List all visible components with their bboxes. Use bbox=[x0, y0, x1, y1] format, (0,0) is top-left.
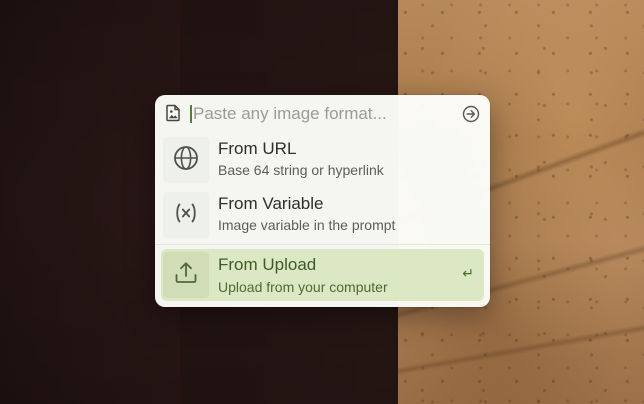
option-from-variable[interactable]: From Variable Image variable in the prom… bbox=[161, 191, 484, 241]
search-row bbox=[155, 95, 490, 133]
divider bbox=[155, 244, 490, 245]
option-title: From Upload bbox=[218, 255, 317, 274]
option-icon-box bbox=[163, 252, 209, 298]
option-title: From URL bbox=[218, 139, 297, 158]
option-icon-box bbox=[163, 192, 209, 238]
option-subtitle: Base 64 string or hyperlink bbox=[218, 162, 384, 178]
option-icon-box bbox=[163, 137, 209, 183]
image-file-icon bbox=[164, 104, 182, 122]
option-subtitle: Image variable in the prompt bbox=[218, 217, 396, 233]
text-caret bbox=[190, 105, 192, 123]
globe-icon bbox=[173, 145, 199, 176]
upload-icon bbox=[173, 260, 199, 291]
option-from-upload[interactable]: From Upload Upload from your computer ↵ bbox=[161, 249, 484, 301]
enter-key-icon: ↵ bbox=[462, 266, 474, 282]
option-title: From Variable bbox=[218, 194, 324, 213]
option-subtitle: Upload from your computer bbox=[218, 279, 388, 295]
option-from-url[interactable]: From URL Base 64 string or hyperlink bbox=[161, 136, 484, 186]
variable-x-icon bbox=[173, 200, 199, 231]
image-source-input[interactable] bbox=[193, 103, 453, 125]
image-source-popup: From URL Base 64 string or hyperlink Fro… bbox=[155, 95, 490, 307]
arrow-circle-right-icon[interactable] bbox=[462, 105, 480, 123]
